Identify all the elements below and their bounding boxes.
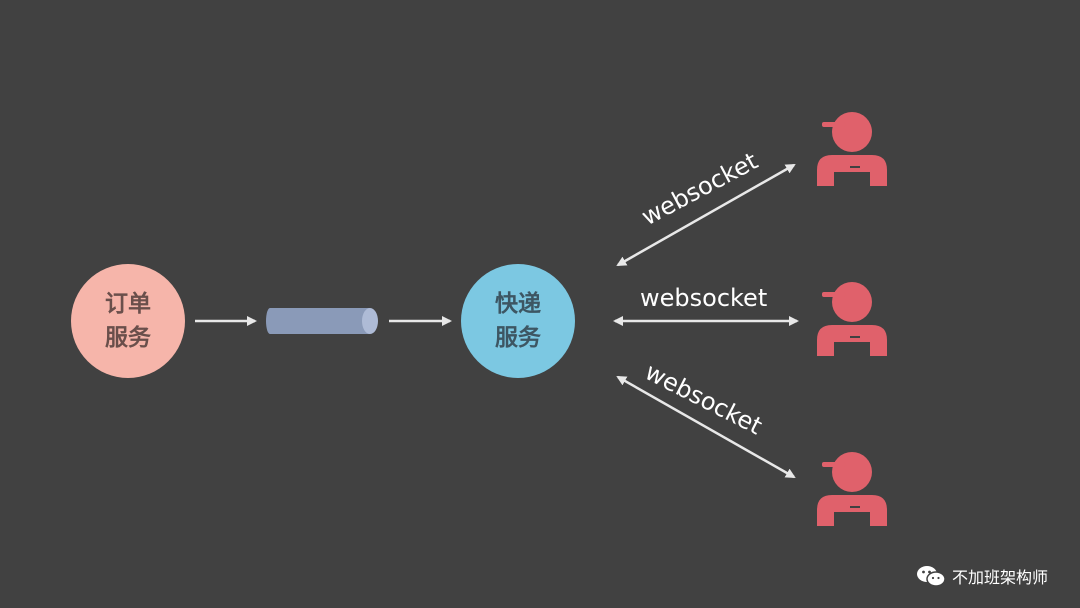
watermark: 不加班架构师	[916, 564, 1048, 588]
message-queue-icon	[266, 308, 378, 334]
express-service-label: 快递 服务	[495, 291, 541, 351]
courier-icon	[817, 282, 887, 356]
watermark-text: 不加班架构师	[951, 568, 1048, 587]
order-service-node: 订单 服务	[71, 264, 185, 378]
courier-icon	[817, 452, 887, 526]
websocket-label-middle: websocket	[640, 284, 768, 312]
express-service-node: 快递 服务	[461, 264, 575, 378]
diagram-canvas: 订单 服务 快递 服务 websocket websocket websocke…	[0, 0, 1080, 608]
order-service-label: 订单 服务	[105, 291, 151, 351]
courier-icon	[817, 112, 887, 186]
wechat-icon	[916, 566, 946, 587]
